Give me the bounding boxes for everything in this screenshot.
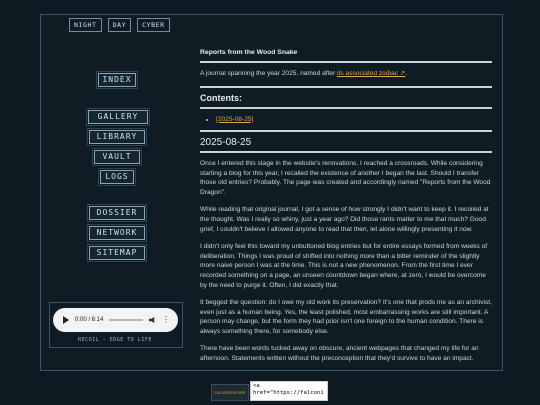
theme-tab-night[interactable]: NIGHT [69, 18, 102, 32]
paragraph: I didn't only feel this toward my unbutt… [200, 243, 488, 289]
contents-item: [2025-08-25] [216, 115, 492, 125]
nav-sitemap-button[interactable]: SITEMAP [87, 244, 147, 262]
audio-player[interactable]: 0:00 / 6:14 ⋮ [53, 308, 178, 332]
article-intro: A journal spanning the year 2025, named … [200, 69, 492, 79]
intro-divider [200, 86, 492, 89]
nav-dossier-button[interactable]: DOSSIER [87, 204, 147, 222]
audio-seek-bar[interactable] [109, 319, 143, 321]
nav-logs-button[interactable]: LOGS [98, 168, 136, 186]
site-badge[interactable]: FALCONFEATHER [211, 384, 249, 401]
play-icon[interactable] [63, 316, 69, 324]
intro-end: . [405, 69, 408, 77]
nav-gallery-button[interactable]: GALLERY [86, 108, 150, 126]
entry-divider [200, 150, 492, 153]
contents-list: [2025-08-25] [200, 115, 492, 125]
nav-library-button[interactable]: LIBRARY [87, 128, 147, 146]
article-title: Reports from the Wood Snake [200, 49, 298, 56]
audio-caption: RECOIL - EDGE TO LIFE [78, 337, 152, 343]
paragraph: Once I entered this stage in the website… [200, 159, 491, 196]
paragraph: While reading that original journal, I g… [200, 206, 489, 233]
theme-tab-day[interactable]: DAY [107, 18, 132, 32]
nav-network-button[interactable]: NETWORK [87, 224, 147, 242]
more-options-icon[interactable]: ⋮ [162, 316, 170, 324]
paragraph: There have been words tucked away on obs… [200, 345, 479, 363]
contents-divider [200, 106, 492, 109]
contents-heading: Contents: [200, 93, 242, 104]
theme-switcher: NIGHT DAY CYBER [69, 18, 170, 32]
title-divider [200, 60, 492, 63]
badge-embed-code[interactable]: <a href="https://falconi [250, 381, 328, 401]
nav-vault-button[interactable]: VAULT [92, 148, 142, 166]
volume-icon[interactable] [149, 317, 155, 323]
intro-text: A journal spanning the year 2025, named … [200, 69, 338, 77]
article-content: Reports from the Wood Snake A journal sp… [200, 48, 492, 368]
theme-tab-cyber[interactable]: CYBER [137, 18, 170, 32]
zodiac-link[interactable]: its associated zodiac ↗ [337, 70, 405, 77]
audio-time: 0:00 / 6:14 [75, 317, 104, 323]
entry-heading: 2025-08-25 [200, 137, 252, 149]
site-badge-text: FALCONFEATHER [214, 390, 246, 395]
contents-end-divider [200, 130, 492, 133]
nav-index-button[interactable]: INDEX [96, 71, 138, 89]
paragraph: It begged the question: do I owe my old … [200, 299, 492, 335]
contents-link[interactable]: [2025-08-25] [216, 116, 253, 123]
